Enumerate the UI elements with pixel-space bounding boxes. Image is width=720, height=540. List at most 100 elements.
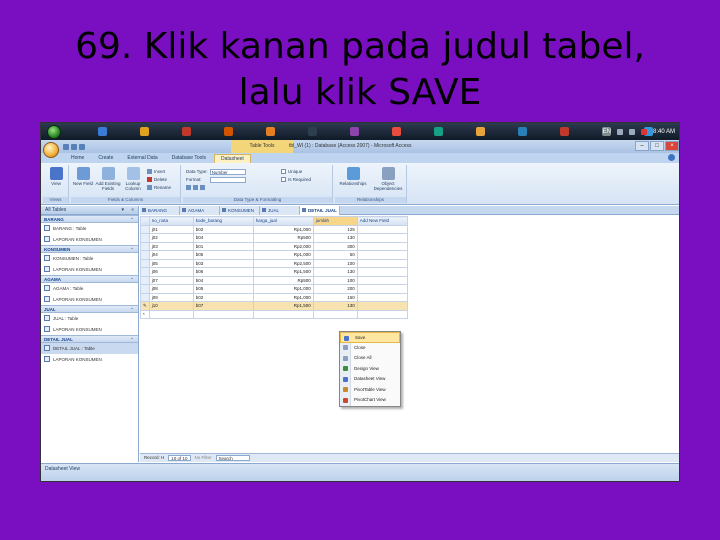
redo-icon[interactable] [79, 143, 85, 150]
record-selector[interactable] [140, 258, 150, 268]
document-tab[interactable]: BARANG [140, 206, 180, 215]
help-icon[interactable] [668, 154, 675, 161]
taskbar-app-icon[interactable] [333, 123, 375, 140]
insert-button[interactable]: Insert [147, 168, 165, 175]
record-selector[interactable] [140, 250, 150, 260]
office-button[interactable] [43, 141, 59, 158]
object-dependencies-button[interactable]: Object Dependencies [371, 167, 405, 191]
taskbar-app-icon[interactable] [207, 123, 249, 140]
currency-icon[interactable] [186, 185, 191, 190]
table-row[interactable]: j02 b04 Rp500 130 [140, 233, 408, 243]
table-cell[interactable] [192, 309, 254, 319]
record-selector[interactable] [140, 292, 150, 302]
table-cell[interactable]: j09 [148, 292, 194, 302]
taskbar-app-icon[interactable] [459, 123, 501, 140]
percent-icon[interactable] [193, 185, 198, 190]
table-cell[interactable]: Rp1,000 [252, 292, 314, 302]
table-cell[interactable] [356, 250, 408, 260]
nav-group-header[interactable]: AGAMA ⌃ [41, 275, 138, 283]
record-selector[interactable] [140, 224, 150, 234]
nav-item[interactable]: DETAIL JUAL : Table [41, 343, 138, 354]
unique-checkbox[interactable] [281, 169, 286, 174]
relationships-button[interactable]: Relationships [337, 167, 369, 186]
table-cell[interactable]: 130 [312, 233, 358, 243]
table-cell[interactable]: 130 [312, 267, 358, 277]
tab-home[interactable]: Home [65, 154, 90, 163]
volume-icon[interactable] [628, 128, 635, 135]
nav-item[interactable]: LAPORAN KONSUMEN [41, 294, 138, 305]
nav-item[interactable]: LAPORAN KONSUMEN [41, 324, 138, 335]
table-cell[interactable]: Rp500 [252, 275, 314, 285]
context-menu-item[interactable]: PivotChart View [340, 395, 400, 406]
table-row[interactable]: j01 b02 Rp1,000 125 [140, 224, 408, 234]
taskbar-app-icon[interactable] [417, 123, 459, 140]
table-cell[interactable]: Rp2,500 [252, 258, 314, 268]
record-selector[interactable] [140, 284, 150, 294]
taskbar-app-icon[interactable] [291, 123, 333, 140]
table-cell[interactable]: b06 [192, 267, 254, 277]
rename-button[interactable]: Rename [147, 184, 171, 191]
table-cell[interactable]: b03 [192, 258, 254, 268]
taskbar-app-icon[interactable] [543, 123, 585, 140]
column-header[interactable]: no_nota [148, 216, 194, 226]
nav-item[interactable]: LAPORAN KONSUMEN [41, 264, 138, 275]
table-cell[interactable] [356, 301, 408, 311]
table-cell[interactable]: b02 [192, 292, 254, 302]
context-menu-item[interactable]: Close [340, 343, 400, 354]
context-menu-item[interactable]: PivotTable View [340, 385, 400, 396]
comma-icon[interactable] [200, 185, 205, 190]
table-cell[interactable] [356, 233, 408, 243]
table-cell[interactable] [356, 292, 408, 302]
table-cell[interactable]: j04 [148, 250, 194, 260]
table-cell[interactable]: 100 [312, 275, 358, 285]
taskbar-app-icon[interactable] [165, 123, 207, 140]
tab-datasheet[interactable]: Datasheet [214, 154, 251, 163]
table-cell[interactable] [312, 309, 358, 319]
nav-group-header[interactable]: DETAIL JUAL ⌃ [41, 335, 138, 343]
table-cell[interactable]: 100 [312, 258, 358, 268]
table-cell[interactable]: Rp1,000 [252, 224, 314, 234]
tab-create[interactable]: Create [92, 154, 119, 163]
table-cell[interactable]: j05 [148, 258, 194, 268]
chevron-down-icon[interactable]: ▾ [121, 206, 124, 215]
record-selector[interactable] [140, 241, 150, 251]
table-row[interactable]: j07 b04 Rp500 100 [140, 275, 408, 285]
tab-external-data[interactable]: External Data [121, 154, 163, 163]
taskbar-app-icon[interactable] [249, 123, 291, 140]
context-menu-item[interactable]: Save [340, 332, 400, 343]
nav-group-header[interactable]: JUAL ⌃ [41, 305, 138, 313]
taskbar-app-icon[interactable] [81, 123, 123, 140]
table-cell[interactable]: j03 [148, 241, 194, 251]
table-cell[interactable]: j07 [148, 275, 194, 285]
save-icon[interactable] [63, 143, 69, 150]
table-cell[interactable] [252, 309, 314, 319]
document-tab[interactable]: KONSUMEN [220, 206, 260, 215]
table-row[interactable]: j04 b05 Rp1,000 50 [140, 250, 408, 260]
chevron-up-icon[interactable]: ⌃ [130, 246, 134, 253]
record-selector[interactable] [140, 275, 150, 285]
filter-indicator[interactable]: No Filter [195, 454, 212, 462]
table-cell[interactable]: 130 [312, 301, 358, 311]
record-position-input[interactable]: 10 of 10 [168, 455, 191, 461]
chevron-up-icon[interactable]: ⌃ [130, 336, 134, 343]
document-tab[interactable]: DETAIL JUAL [300, 206, 340, 215]
record-selector[interactable]: ✎ [140, 301, 150, 311]
nav-item[interactable]: BARANG : Table [41, 223, 138, 234]
record-selector[interactable] [140, 233, 150, 243]
language-indicator[interactable]: EN [603, 129, 611, 135]
network-icon[interactable] [616, 128, 623, 135]
table-cell[interactable] [356, 224, 408, 234]
is-required-checkbox[interactable] [281, 177, 286, 182]
table-cell[interactable]: Rp500 [252, 233, 314, 243]
table-row[interactable]: ✎ j10 b07 Rp1,500 130 [140, 301, 408, 311]
table-cell[interactable] [356, 267, 408, 277]
table-cell[interactable] [356, 309, 408, 319]
table-cell[interactable]: j10 [148, 301, 194, 311]
table-cell[interactable]: 300 [312, 241, 358, 251]
view-button[interactable]: View [46, 167, 66, 186]
select-all-corner[interactable] [140, 216, 150, 226]
document-tab[interactable]: AGAMA [180, 206, 220, 215]
new-record-selector[interactable]: * [140, 309, 150, 319]
table-cell[interactable]: Rp1,500 [252, 301, 314, 311]
column-header[interactable]: Add New Field [356, 216, 408, 226]
